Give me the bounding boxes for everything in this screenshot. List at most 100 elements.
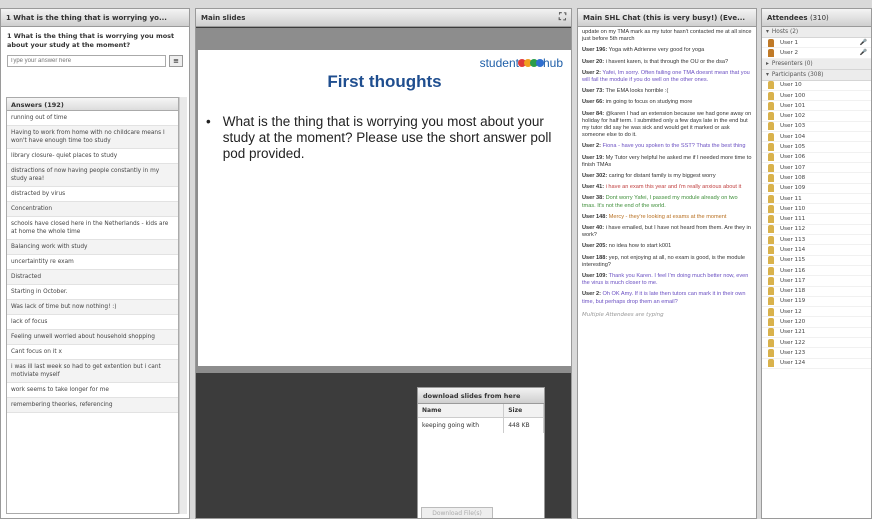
- attendee-name: User 120: [780, 319, 806, 326]
- attendee-row[interactable]: User 108: [762, 173, 871, 184]
- attendee-row[interactable]: User 117: [762, 276, 871, 287]
- typing-indicator: Multiple Attendees are typing: [582, 311, 664, 318]
- download-button[interactable]: Download File(s): [421, 507, 493, 518]
- chat-username: User 2:: [582, 143, 601, 150]
- attendee-row[interactable]: User 102: [762, 111, 871, 122]
- attendee-row[interactable]: User 115: [762, 256, 871, 266]
- slides-header[interactable]: Main slides ⛶: [196, 9, 571, 27]
- attendee-row[interactable]: User 10: [762, 81, 871, 91]
- slides-pod: Main slides ⛶ student hub First thoughts…: [195, 8, 572, 519]
- attendee-row[interactable]: User 124: [762, 359, 871, 369]
- user-icon: [768, 173, 774, 182]
- chat-username: User 40:: [582, 225, 605, 232]
- answer-item[interactable]: i was ill last week so had to get extent…: [7, 360, 178, 383]
- collapse-icon[interactable]: ▾: [766, 72, 769, 78]
- attendee-row[interactable]: User 122: [762, 338, 871, 349]
- attendee-row[interactable]: User 112: [762, 225, 871, 236]
- attendee-name: User 103: [780, 123, 806, 130]
- attendee-row[interactable]: User 121: [762, 328, 871, 339]
- attendee-row[interactable]: User 101: [762, 101, 871, 112]
- answer-item[interactable]: lack of focus: [7, 315, 178, 330]
- user-icon: [768, 266, 774, 275]
- chat-username: User 188:: [582, 254, 608, 261]
- user-icon: [768, 132, 774, 141]
- attendee-name: User 100: [780, 92, 806, 99]
- file-row[interactable]: keeping going with 448 KB: [418, 417, 544, 433]
- chat-message: User 19: My Tutor very helpful he asked …: [582, 155, 752, 169]
- expand-icon[interactable]: ▸: [766, 61, 769, 67]
- group-presenters[interactable]: ▸ Presenters (0): [762, 58, 871, 70]
- answer-item[interactable]: Feeling unwell worried about household s…: [7, 330, 178, 345]
- answer-item[interactable]: Starting in October.: [7, 285, 178, 300]
- attendee-row[interactable]: User 113: [762, 235, 871, 246]
- attendee-row[interactable]: User 100: [762, 91, 871, 102]
- attendee-row[interactable]: User 110: [762, 204, 871, 215]
- microphone-icon: 🎤: [859, 49, 867, 57]
- answer-item[interactable]: remembering theories, referencing: [7, 398, 178, 413]
- attendee-row[interactable]: User 111: [762, 214, 871, 225]
- send-answer-button[interactable]: ≡: [169, 55, 183, 67]
- attendee-row[interactable]: User 119: [762, 297, 871, 308]
- group-hosts[interactable]: ▾ Hosts (2): [762, 27, 871, 38]
- attendee-row[interactable]: User 116: [762, 266, 871, 277]
- download-header[interactable]: download slides from here: [418, 388, 544, 404]
- attendee-row[interactable]: User 104: [762, 132, 871, 143]
- download-pod: download slides from here Name Size keepi…: [417, 387, 545, 518]
- attendee-row[interactable]: User 109: [762, 184, 871, 194]
- user-icon: [768, 81, 774, 90]
- attendee-row[interactable]: User 106: [762, 153, 871, 163]
- user-icon: [768, 235, 774, 244]
- poll-header[interactable]: 1 What is the thing that is worrying yo.…: [1, 9, 189, 27]
- attendee-row[interactable]: User 2 🎤: [762, 48, 871, 59]
- chat-text: Dont worry Yafei, I passed my module alr…: [582, 195, 738, 209]
- poll-title: 1 What is the thing that is worrying yo.…: [6, 13, 167, 22]
- attendees-header[interactable]: Attendees (310): [762, 9, 871, 27]
- attendee-row[interactable]: User 103: [762, 122, 871, 133]
- chat-text: im going to focus on studying more: [604, 99, 693, 106]
- attendee-row[interactable]: User 118: [762, 287, 871, 297]
- attendee-row[interactable]: User 114: [762, 245, 871, 256]
- attendee-row[interactable]: User 105: [762, 142, 871, 153]
- attendee-name: User 101: [780, 102, 806, 109]
- answer-item[interactable]: Distracted: [7, 270, 178, 285]
- answer-item[interactable]: Balancing work with study: [7, 240, 178, 255]
- attendee-row[interactable]: User 1 🎤: [762, 38, 871, 49]
- attendee-row[interactable]: User 107: [762, 163, 871, 174]
- answer-item[interactable]: Having to work from home with no childca…: [7, 126, 178, 149]
- answer-item[interactable]: Concentration: [7, 202, 178, 217]
- answer-item[interactable]: Cant focus on it x: [7, 345, 178, 360]
- collapse-icon[interactable]: ▾: [766, 29, 769, 35]
- answer-item[interactable]: distracted by virus: [7, 187, 178, 202]
- answer-input[interactable]: [7, 55, 166, 67]
- answer-item[interactable]: Was lack of time but now nothing! :): [7, 300, 178, 315]
- col-size[interactable]: Size: [503, 404, 544, 418]
- answer-item[interactable]: schools have closed here in the Netherla…: [7, 217, 178, 240]
- attendee-row[interactable]: User 123: [762, 348, 871, 359]
- attendee-name: User 114: [780, 246, 806, 253]
- answer-item[interactable]: library closure- quiet places to study: [7, 149, 178, 164]
- answers-scrollbar[interactable]: [179, 97, 187, 514]
- answer-item[interactable]: distractions of now having people consta…: [7, 164, 178, 187]
- chat-message: User 66: im going to focus on studying m…: [582, 99, 752, 106]
- col-name[interactable]: Name: [418, 404, 505, 418]
- attendee-name: User 107: [780, 164, 806, 171]
- answers-header: Answers (192): [7, 98, 178, 111]
- attendee-row[interactable]: User 11: [762, 194, 871, 205]
- expand-icon[interactable]: ⛶: [559, 12, 566, 23]
- chat-pod: Main SHL Chat (this is very busy!) (Eve.…: [577, 8, 757, 519]
- user-icon: [768, 215, 774, 224]
- attendee-row[interactable]: User 12: [762, 307, 871, 318]
- user-icon: [768, 143, 774, 152]
- answer-item[interactable]: running out of time: [7, 111, 178, 126]
- answer-item[interactable]: work seems to take longer for me: [7, 383, 178, 398]
- attendee-name: User 104: [780, 133, 806, 140]
- user-icon: [768, 318, 774, 327]
- chat-text: Fiona - have you spoken to the SST? That…: [600, 143, 746, 150]
- group-participants[interactable]: ▾ Participants (308): [762, 69, 871, 81]
- poll-question: 1 What is the thing that is worrying you…: [7, 32, 175, 49]
- answer-item[interactable]: uncertaintity re exam: [7, 255, 178, 270]
- chat-header[interactable]: Main SHL Chat (this is very busy!) (Eve.…: [578, 9, 756, 27]
- file-name: keeping going with: [418, 417, 505, 433]
- attendee-row[interactable]: User 120: [762, 317, 871, 328]
- chat-message: User 2: Yafei, Im sorry. Often failing o…: [582, 70, 752, 84]
